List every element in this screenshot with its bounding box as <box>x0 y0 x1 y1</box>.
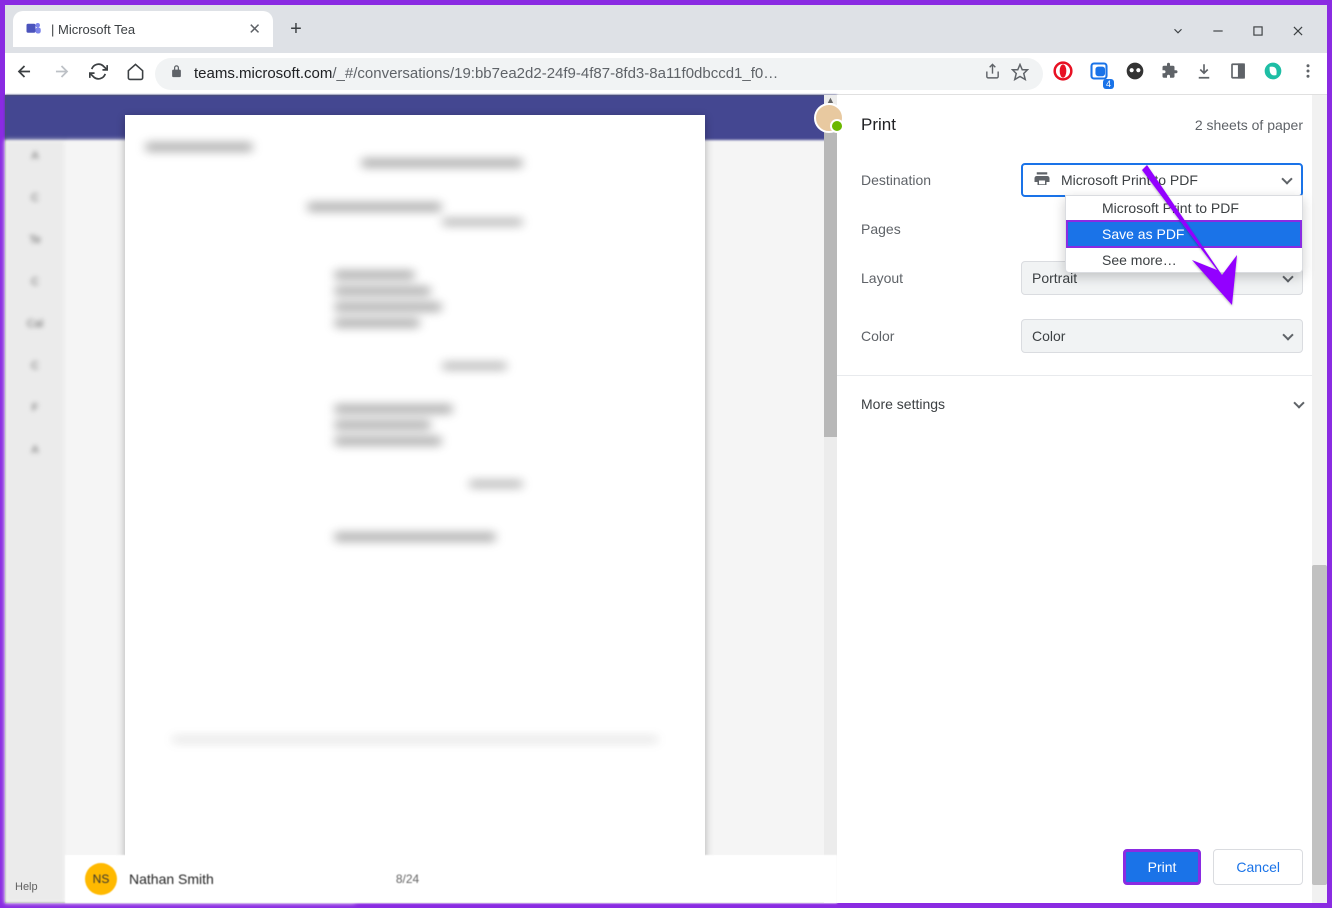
close-window-icon[interactable] <box>1291 24 1305 43</box>
extension-surfshark-icon[interactable] <box>1263 61 1283 86</box>
lock-icon <box>169 64 184 83</box>
color-label: Color <box>861 328 1021 344</box>
reload-icon[interactable] <box>89 62 108 86</box>
address-bar[interactable]: teams.microsoft.com/_#/conversations/19:… <box>155 58 1043 90</box>
browser-toolbar: teams.microsoft.com/_#/conversations/19:… <box>5 53 1327 95</box>
contact-avatar: NS <box>85 863 117 895</box>
chat-date: 8/24 <box>396 872 419 886</box>
preview-scrollbar[interactable]: ▲ ▼ <box>824 95 837 903</box>
teams-nav-rail: A C Te C Cal C F A <box>5 140 65 903</box>
print-dialog: Print 2 sheets of paper Destination Micr… <box>837 95 1327 903</box>
window-controls <box>1171 24 1327 53</box>
color-select[interactable]: Color <box>1021 319 1303 353</box>
browser-tab[interactable]: | Microsoft Tea ✕ <box>13 11 273 47</box>
print-preview-pane: A C Te C Cal C F A <box>5 95 837 903</box>
bookmark-star-icon[interactable] <box>1011 63 1029 85</box>
extensions-puzzle-icon[interactable] <box>1161 62 1179 85</box>
content-area: A C Te C Cal C F A <box>5 95 1327 903</box>
pdf-preview-page <box>125 115 705 860</box>
destination-dropdown: Microsoft Print to PDF Save as PDF See m… <box>1065 195 1303 273</box>
downloads-icon[interactable] <box>1195 62 1213 85</box>
color-value: Color <box>1032 328 1065 344</box>
chevron-down-icon <box>1282 329 1293 340</box>
chat-list-item[interactable]: NS Nathan Smith 8/24 <box>65 855 837 903</box>
extension-avatar-icon[interactable] <box>1125 61 1145 86</box>
minimize-icon[interactable] <box>1211 24 1225 43</box>
pages-label: Pages <box>861 221 1021 237</box>
share-icon[interactable] <box>984 63 1001 84</box>
dropdown-option-see-more[interactable]: See more… <box>1066 248 1302 272</box>
dropdown-option-save-as-pdf[interactable]: Save as PDF <box>1066 220 1302 248</box>
titlebar: | Microsoft Tea ✕ + <box>5 5 1327 53</box>
teams-favicon-icon <box>25 20 43 38</box>
menu-dots-icon[interactable] <box>1299 62 1317 85</box>
maximize-icon[interactable] <box>1251 24 1265 43</box>
extension-devtools-icon[interactable]: 4 <box>1089 61 1109 86</box>
reading-list-icon[interactable] <box>1229 62 1247 85</box>
destination-select[interactable]: Microsoft Print to PDF <box>1021 163 1303 197</box>
chevron-down-icon <box>1293 397 1304 408</box>
tab-close-icon[interactable]: ✕ <box>248 20 261 38</box>
tab-strip: | Microsoft Tea ✕ + <box>5 5 311 53</box>
layout-label: Layout <box>861 270 1021 286</box>
window-scrollbar[interactable] <box>1312 95 1327 903</box>
back-icon[interactable] <box>15 62 34 86</box>
new-tab-button[interactable]: + <box>281 14 311 44</box>
home-icon[interactable] <box>126 62 145 86</box>
printer-icon <box>1033 170 1051 191</box>
destination-value: Microsoft Print to PDF <box>1061 172 1198 188</box>
extension-opera-icon[interactable] <box>1053 61 1073 86</box>
profile-avatar[interactable] <box>814 103 844 133</box>
tab-title: | Microsoft Tea <box>51 22 135 37</box>
extension-badge: 4 <box>1103 79 1114 89</box>
more-settings-toggle[interactable]: More settings <box>837 375 1327 432</box>
url-text: teams.microsoft.com/_#/conversations/19:… <box>194 65 974 82</box>
chevron-down-icon <box>1281 173 1292 184</box>
contact-name: Nathan Smith <box>129 871 214 887</box>
help-label[interactable]: Help <box>15 881 38 893</box>
print-title: Print <box>861 115 896 135</box>
destination-label: Destination <box>861 172 1021 188</box>
sheet-count: 2 sheets of paper <box>1195 117 1303 133</box>
cancel-button[interactable]: Cancel <box>1213 849 1303 885</box>
chevron-down-icon[interactable] <box>1171 24 1185 43</box>
dropdown-option-ms-print-pdf[interactable]: Microsoft Print to PDF <box>1066 196 1302 220</box>
forward-icon <box>52 62 71 86</box>
print-button[interactable]: Print <box>1123 849 1202 885</box>
